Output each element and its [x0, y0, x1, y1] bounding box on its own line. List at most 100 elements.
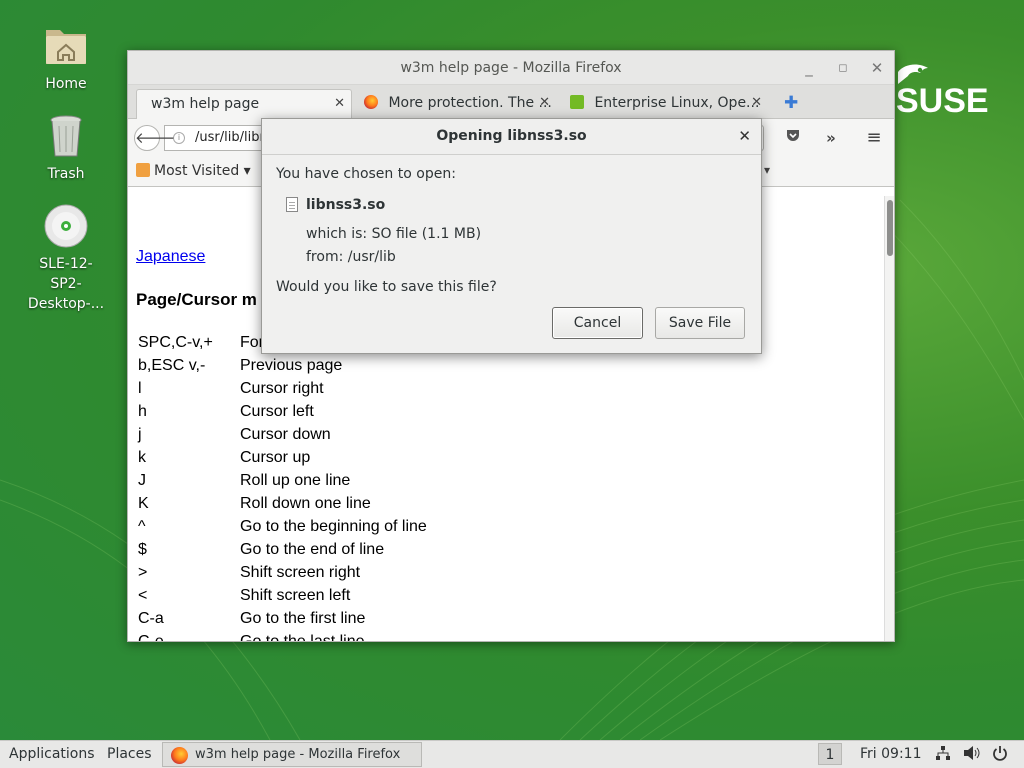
open-file-dialog[interactable]: Opening libnss3.so ✕ You have chosen to …: [261, 118, 762, 354]
chosen-text: You have chosen to open:: [276, 166, 456, 182]
window-titlebar[interactable]: w3m help page - Mozilla Firefox _ ◻ ✕: [128, 51, 894, 85]
desktop-icon-home[interactable]: Home: [21, 22, 111, 94]
scrollbar-thumb[interactable]: [887, 200, 893, 256]
table-row: C-e Go to the last line: [138, 630, 427, 642]
taskbar-window-label: w3m help page - Mozilla Firefox: [195, 747, 401, 762]
key-cell: C-a: [138, 610, 164, 627]
tab-bar: w3m help page ✕ More protection. The ...…: [128, 85, 894, 119]
description-cell: Shift screen right: [240, 564, 361, 581]
most-visited-label: Most Visited: [154, 163, 240, 179]
file-icon: [286, 197, 298, 212]
trash-icon: [42, 112, 90, 160]
tab-more-protection[interactable]: More protection. The ... ✕: [356, 89, 556, 119]
table-row: k Cursor up: [138, 446, 427, 469]
suse-logo: SUSE: [880, 58, 990, 120]
key-cell: b,ESC v,-: [138, 357, 206, 374]
description-cell: Go to the end of line: [240, 541, 385, 558]
table-row: ^ Go to the beginning of line: [138, 515, 427, 538]
firefox-favicon-icon: [364, 95, 378, 109]
key-cell: l: [138, 380, 142, 397]
description-cell: Go to the first line: [240, 610, 366, 627]
back-button[interactable]: 🡐: [134, 125, 175, 151]
save-question: Would you like to save this file?: [276, 279, 497, 295]
url-text: /usr/lib/libn: [195, 130, 268, 145]
file-type: which is: SO file (1.1 MB): [306, 226, 482, 242]
minimize-button[interactable]: _: [792, 51, 826, 85]
tab-enterprise-linux[interactable]: Enterprise Linux, Ope... ✕: [562, 89, 768, 119]
table-row: l Cursor right: [138, 377, 427, 400]
page-scrollbar[interactable]: [884, 196, 894, 641]
window-title: w3m help page - Mozilla Firefox: [400, 60, 622, 76]
hamburger-menu-icon[interactable]: ≡: [863, 127, 885, 149]
maximize-button[interactable]: ◻: [826, 51, 860, 85]
table-row: j Cursor down: [138, 423, 427, 446]
table-row: > Shift screen right: [138, 561, 427, 584]
firefox-icon: [171, 747, 188, 764]
table-row: J Roll up one line: [138, 469, 427, 492]
key-cell: C-e: [138, 633, 164, 642]
desktop-icon-label: Trash: [47, 166, 85, 182]
bookmarks-overflow-icon[interactable]: ▾: [764, 163, 770, 177]
desktop-icon-trash[interactable]: Trash: [21, 112, 111, 184]
taskbar: Applications Places w3m help page - Mozi…: [0, 740, 1024, 768]
tab-label: More protection. The ...: [388, 95, 552, 111]
description-cell: Cursor up: [240, 449, 311, 466]
save-file-button[interactable]: Save File: [655, 307, 745, 339]
tab-label: Enterprise Linux, Ope...: [594, 95, 760, 111]
tab-label: w3m help page: [151, 96, 260, 112]
key-cell: k: [138, 449, 146, 466]
power-icon[interactable]: [992, 741, 1008, 768]
description-cell: Cursor right: [240, 380, 324, 397]
table-row: $ Go to the end of line: [138, 538, 427, 561]
description-cell: Previous page: [240, 357, 343, 374]
clock[interactable]: Fri 09:11: [860, 741, 921, 768]
description-cell: Roll up one line: [240, 472, 351, 489]
volume-icon[interactable]: [963, 741, 981, 768]
workspace-indicator[interactable]: 1: [818, 743, 842, 765]
key-cell: J: [138, 472, 146, 489]
bookmark-folder-icon: [136, 163, 150, 177]
applications-menu[interactable]: Applications: [9, 741, 95, 768]
key-cell: <: [138, 587, 148, 604]
key-cell: >: [138, 564, 148, 581]
pocket-icon[interactable]: [782, 127, 804, 149]
table-row: C-a Go to the first line: [138, 607, 427, 630]
home-folder-icon: [42, 22, 90, 70]
svg-text:SUSE: SUSE: [896, 82, 989, 118]
new-tab-button[interactable]: ✚: [780, 89, 806, 119]
close-window-button[interactable]: ✕: [860, 51, 894, 85]
japanese-link[interactable]: Japanese: [136, 248, 205, 266]
desktop-icon-dvd[interactable]: SLE-12- SP2- Desktop-...: [21, 202, 111, 314]
close-tab-icon[interactable]: ✕: [334, 90, 345, 118]
cancel-button[interactable]: Cancel: [552, 307, 643, 339]
table-row: b,ESC v,- Previous page: [138, 354, 427, 377]
dialog-close-icon[interactable]: ✕: [738, 119, 751, 153]
file-source: from: /usr/lib: [306, 249, 396, 265]
suse-favicon-icon: [570, 95, 584, 109]
table-row: K Roll down one line: [138, 492, 427, 515]
overflow-chevron-icon[interactable]: »: [820, 127, 842, 149]
close-tab-icon[interactable]: ✕: [751, 89, 762, 117]
key-cell: $: [138, 541, 147, 558]
keybinding-table: SPC,C-v,+ For b,ESC v,- Previous page l Curso…: [138, 331, 427, 642]
description-cell: Roll down one line: [240, 495, 371, 512]
page-heading: Page/Cursor m: [136, 290, 257, 309]
description-cell: Shift screen left: [240, 587, 351, 604]
table-row: < Shift screen left: [138, 584, 427, 607]
file-name: libnss3.so: [306, 197, 386, 213]
description-cell: Cursor left: [240, 403, 314, 420]
desktop-icon-label: Home: [45, 76, 87, 92]
back-arrow-icon: 🡐: [135, 129, 176, 147]
close-tab-icon[interactable]: ✕: [539, 89, 550, 117]
description-cell: Go to the last line: [240, 633, 365, 642]
optical-disc-icon: [42, 202, 90, 250]
key-cell: h: [138, 403, 147, 420]
tab-w3m-help[interactable]: w3m help page ✕: [136, 89, 352, 119]
dialog-title: Opening libnss3.so: [436, 128, 587, 144]
network-icon[interactable]: [935, 741, 951, 768]
most-visited-bookmark[interactable]: Most Visited ▾: [136, 163, 251, 179]
places-menu[interactable]: Places: [107, 741, 152, 768]
key-cell: SPC,C-v,+: [138, 334, 213, 351]
taskbar-window-button[interactable]: w3m help page - Mozilla Firefox: [162, 742, 422, 767]
table-row: h Cursor left: [138, 400, 427, 423]
